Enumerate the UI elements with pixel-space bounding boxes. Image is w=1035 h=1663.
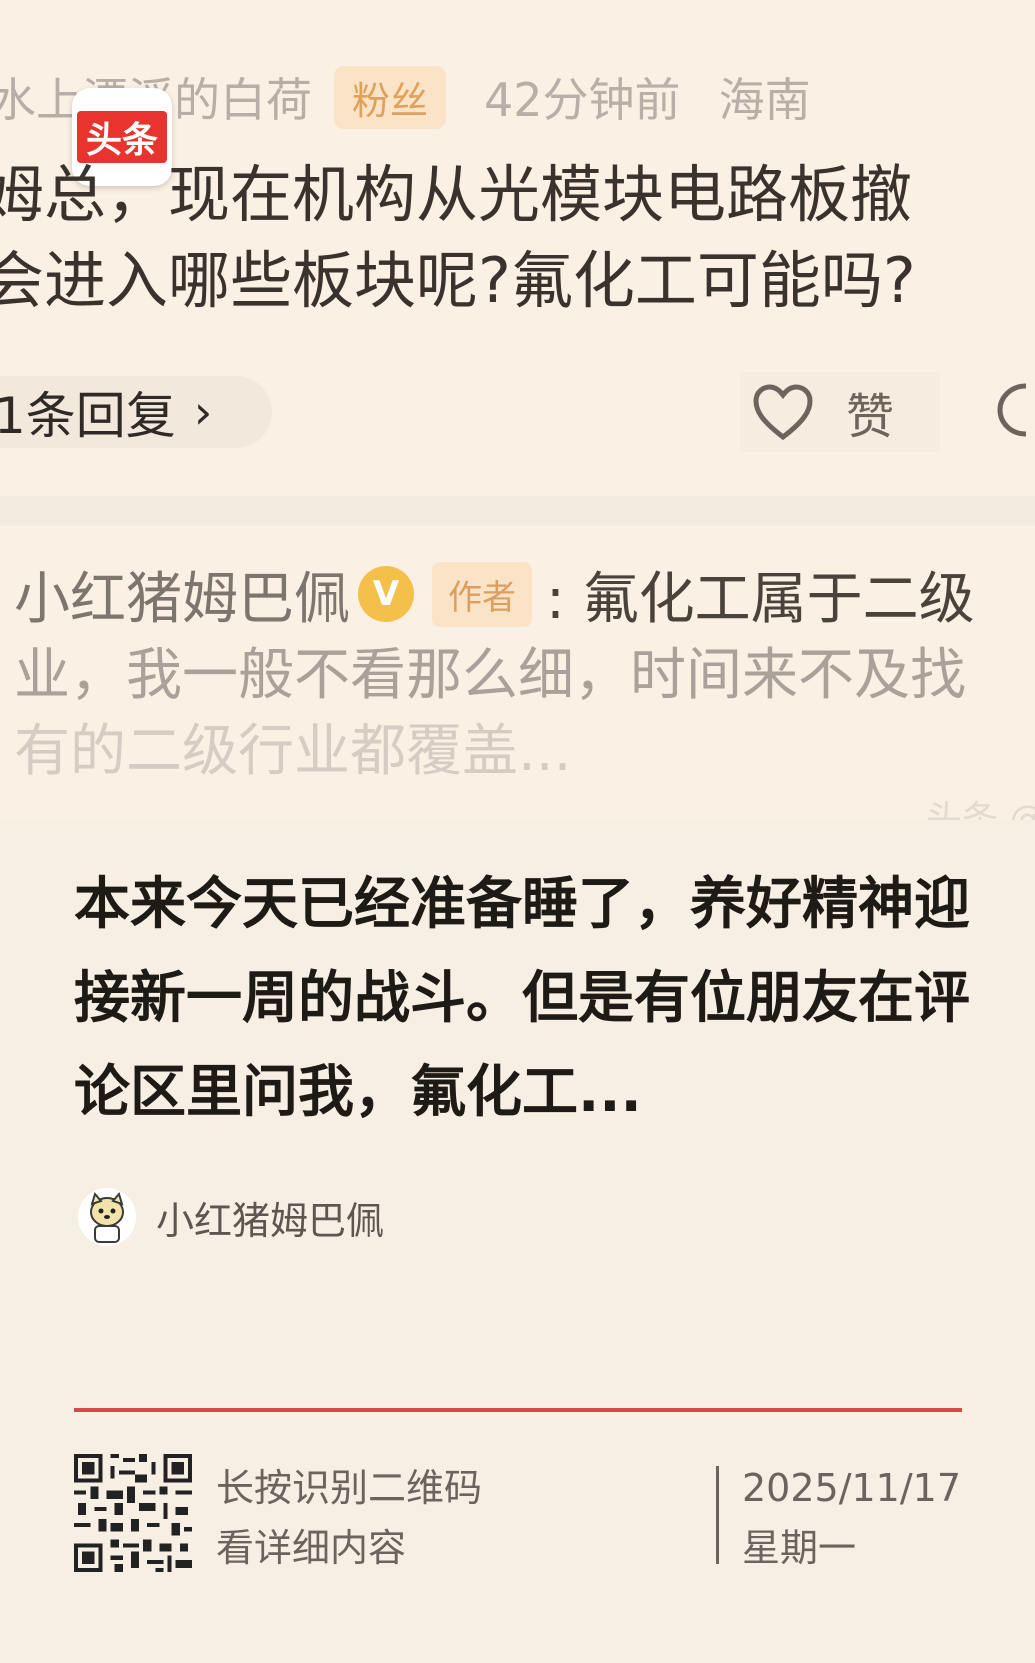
- chevron-right-icon: ›: [193, 385, 213, 439]
- dog-avatar-icon: [78, 1188, 136, 1246]
- author-name: 小红猪姆巴佩: [156, 1198, 385, 1243]
- comment-block: 水上漂浮的白荷 粉丝 42分钟前 海南 头条 姆总，现在机构从光模块电路板撤 会…: [0, 0, 1035, 490]
- author-badge: 作者: [432, 561, 532, 627]
- avatar: [78, 1188, 136, 1246]
- comment-bubble-icon[interactable]: [996, 380, 1035, 444]
- question-line-2: 会进入哪些板块呢?氟化工可能吗?: [0, 244, 916, 317]
- author-reply-line-2: 业，我一般不看那么细，时间来不及找: [14, 643, 966, 708]
- comment-time: 42分钟前: [484, 73, 681, 127]
- comment-location: 海南: [718, 73, 811, 127]
- reply-count-label: 1条回复: [0, 387, 176, 445]
- date-block: 2025/11/17 星期一: [742, 1458, 961, 1578]
- footer-vertical-divider: [716, 1466, 719, 1564]
- qr-code-icon[interactable]: [74, 1454, 192, 1572]
- heart-icon: [753, 384, 813, 441]
- weekday: 星期一: [742, 1526, 857, 1570]
- author-reply-line-3: 有的二级行业都覆盖...: [14, 719, 572, 784]
- author-reply-text: : 氟化工属于二级: [546, 566, 975, 632]
- like-label: 赞: [846, 389, 895, 445]
- author-reply-name[interactable]: 小红猪姆巴佩: [14, 554, 350, 635]
- verified-icon: V: [358, 566, 414, 622]
- question-line-1: 姆总，现在机构从光模块电路板撤: [0, 158, 913, 231]
- view-replies-button[interactable]: 1条回复 ›: [0, 376, 273, 448]
- watermark: 头条 @: [926, 799, 1035, 820]
- fan-badge: 粉丝: [334, 65, 447, 129]
- qr-line-2: 看详细内容: [216, 1526, 407, 1570]
- comment-question: 姆总，现在机构从光模块电路板撤 会进入哪些板块呢?氟化工可能吗?: [0, 152, 916, 324]
- qr-line-1: 长按识别二维码: [216, 1466, 483, 1510]
- section-divider: [0, 496, 1035, 526]
- footer-divider: [74, 1408, 962, 1412]
- date: 2025/11/17: [742, 1466, 962, 1510]
- comment-screenshot-card: 水上漂浮的白荷 粉丝 42分钟前 海南 头条 姆总，现在机构从光模块电路板撤 会…: [0, 0, 1035, 820]
- like-button[interactable]: 赞: [740, 372, 940, 452]
- author-reply: 小红猪姆巴佩 V 作者 : 氟化工属于二级 业，我一般不看那么细，时间来不及找 …: [14, 552, 1035, 788]
- comment-actions: 1条回复 › 赞: [0, 362, 1035, 462]
- qr-instructions: 长按识别二维码 看详细内容: [216, 1458, 482, 1578]
- article-author[interactable]: 小红猪姆巴佩: [78, 1188, 384, 1246]
- author-reply-line-1: 小红猪姆巴佩 V 作者 : 氟化工属于二级: [14, 552, 1035, 636]
- article-headline[interactable]: 本来今天已经准备睡了，养好精神迎接新一周的战斗。但是有位朋友在评论区里问我，氟化…: [74, 858, 974, 1140]
